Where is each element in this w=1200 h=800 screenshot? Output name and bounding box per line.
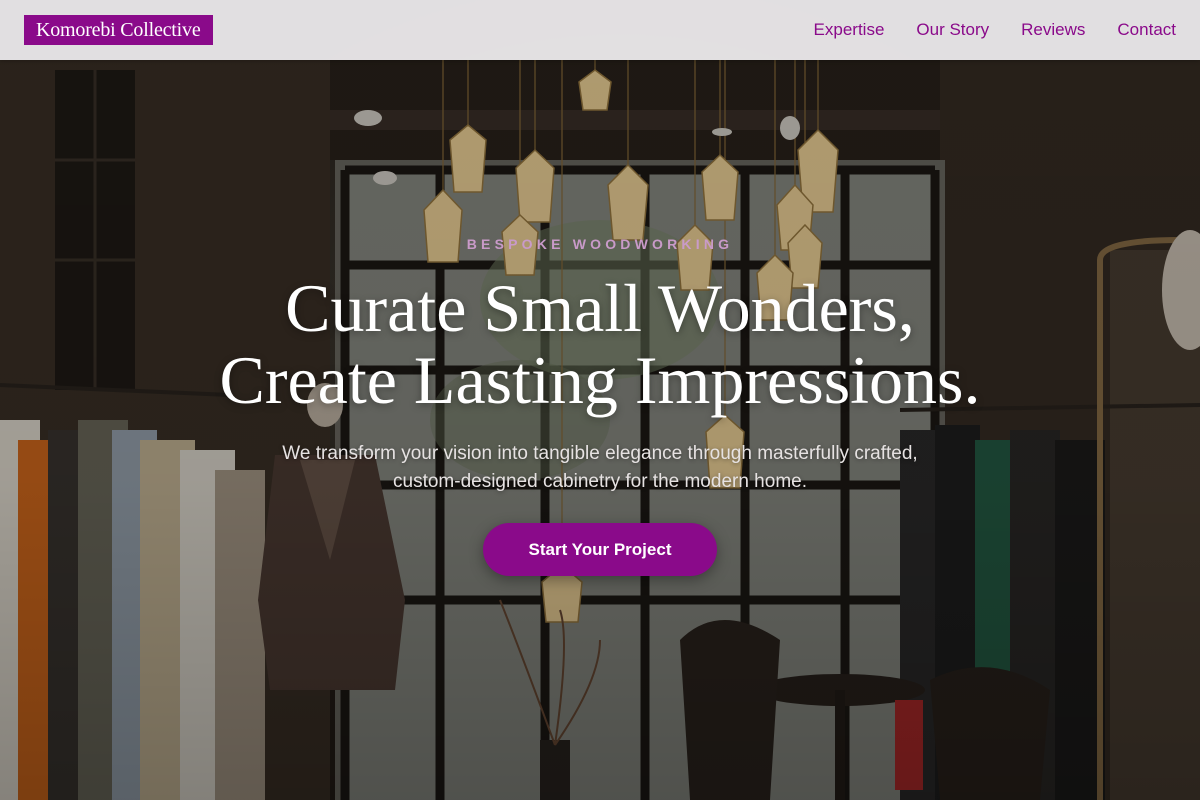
nav-link-contact[interactable]: Contact <box>1117 20 1176 40</box>
nav-link-expertise[interactable]: Expertise <box>814 20 885 40</box>
hero-headline: Curate Small Wonders, Create Lasting Imp… <box>0 272 1200 416</box>
hero-content: BESPOKE WOODWORKING Curate Small Wonders… <box>0 0 1200 800</box>
nav-link-our-story[interactable]: Our Story <box>916 20 989 40</box>
nav-links: Expertise Our Story Reviews Contact <box>814 0 1176 60</box>
hero-eyebrow: BESPOKE WOODWORKING <box>466 236 734 252</box>
nav-link-reviews[interactable]: Reviews <box>1021 20 1085 40</box>
start-project-button[interactable]: Start Your Project <box>483 523 717 576</box>
hero-subtext: We transform your vision into tangible e… <box>282 443 918 492</box>
brand-logo[interactable]: Komorebi Collective <box>24 15 213 45</box>
hero-headline-line-1: Curate Small Wonders, <box>285 270 915 346</box>
hero-headline-line-2: Create Lasting Impressions. <box>219 342 981 418</box>
top-navigation-bar: Komorebi Collective Expertise Our Story … <box>0 0 1200 60</box>
